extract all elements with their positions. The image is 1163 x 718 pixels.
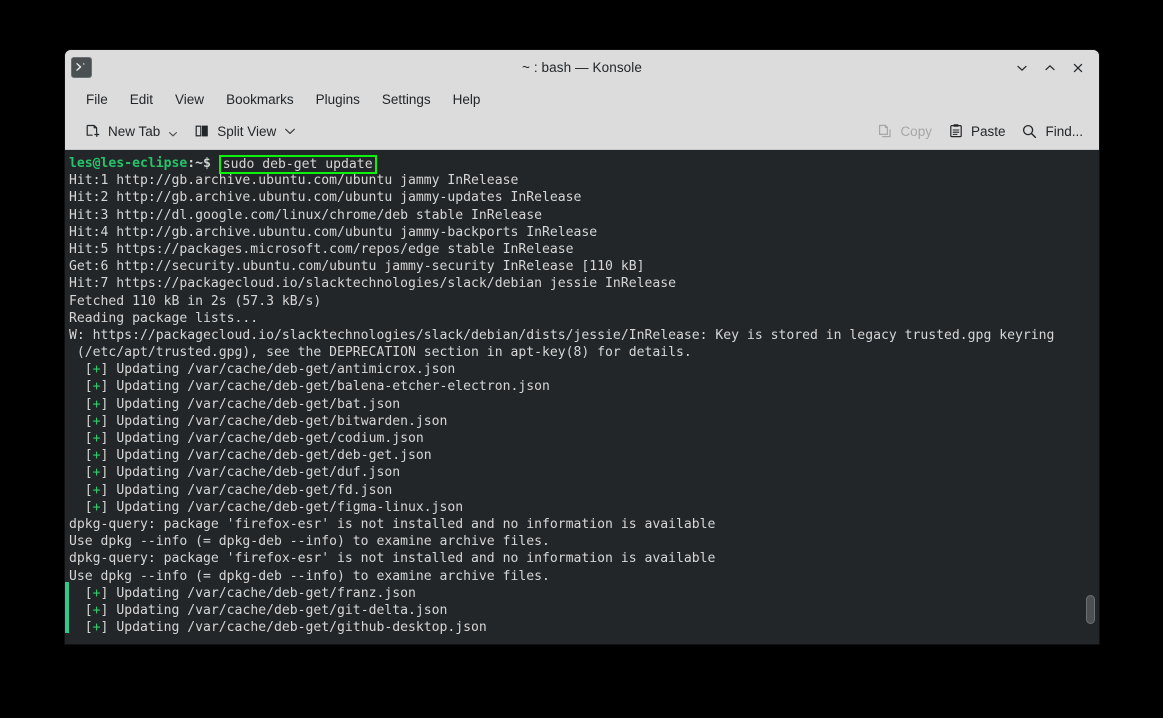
copy-button[interactable]: Copy <box>871 119 938 143</box>
toolbar: New Tab Split View Copy Paste Find... <box>65 113 1099 150</box>
prompt-path-sigil: :~$ <box>187 156 211 171</box>
menu-item-file[interactable]: File <box>75 88 119 111</box>
menubar: File Edit View Bookmarks Plugins Setting… <box>65 85 1099 113</box>
scrollbar-thumb[interactable] <box>1086 595 1095 624</box>
split-view-label: Split View <box>217 123 277 139</box>
copy-icon <box>877 123 893 139</box>
terminal-line: Hit:5 https://packages.microsoft.com/rep… <box>69 241 574 257</box>
search-icon <box>1021 123 1038 140</box>
plus-icon: + <box>92 362 101 378</box>
chevron-down-icon[interactable] <box>284 125 296 137</box>
plus-icon: + <box>92 499 101 515</box>
terminal-line: Get:6 http://security.ubuntu.com/ubuntu … <box>69 259 645 275</box>
chevron-down-icon[interactable] <box>168 123 178 139</box>
plus-icon: + <box>92 431 101 446</box>
terminal-line: Hit:2 http://gb.archive.ubuntu.com/ubunt… <box>69 190 582 206</box>
menu-item-bookmarks[interactable]: Bookmarks <box>215 88 305 111</box>
terminal-output-area[interactable]: les@les-eclipse:~$ sudo deb-get update H… <box>65 150 1099 644</box>
terminal-line-updating: [+] Updating /var/cache/deb-get/antimicr… <box>69 362 456 378</box>
maximize-icon[interactable] <box>1037 55 1063 81</box>
split-view-icon <box>194 123 210 139</box>
plus-icon: + <box>92 482 101 498</box>
terminal-selection-marker <box>65 582 69 633</box>
menu-item-plugins[interactable]: Plugins <box>305 88 371 111</box>
terminal-line-updating: [+] Updating /var/cache/deb-get/fd.json <box>69 482 393 498</box>
terminal-line-updating: [+] Updating /var/cache/deb-get/bat.json <box>69 396 401 412</box>
terminal-line: Fetched 110 kB in 2s (57.3 kB/s) <box>69 293 322 309</box>
paste-button[interactable]: Paste <box>942 119 1012 143</box>
konsole-window: ~ : bash — Konsole File Edit View Bookma… <box>65 50 1099 644</box>
terminal-line: Hit:1 http://gb.archive.ubuntu.com/ubunt… <box>69 173 519 189</box>
menu-item-settings[interactable]: Settings <box>371 88 442 111</box>
menu-item-view[interactable]: View <box>164 88 215 111</box>
plus-icon: + <box>92 465 101 481</box>
terminal-line-updating: [+] Updating /var/cache/deb-get/bitwarde… <box>69 413 448 429</box>
terminal-line-updating: [+] Updating /var/cache/deb-get/deb-get.… <box>69 448 432 464</box>
close-icon[interactable] <box>1065 55 1091 81</box>
new-tab-label: New Tab <box>108 123 161 139</box>
plus-icon: + <box>92 413 101 429</box>
paste-label: Paste <box>970 123 1006 139</box>
split-view-button[interactable]: Split View <box>188 119 302 143</box>
terminal-line: W: https://packagecloud.io/slacktechnolo… <box>69 327 1055 343</box>
plus-icon: + <box>92 448 101 464</box>
terminal-line-updating: [+] Updating /var/cache/deb-get/balena-e… <box>69 379 550 395</box>
find-label: Find... <box>1045 123 1083 139</box>
terminal-line: Reading package lists... <box>69 310 259 326</box>
terminal-prompt-line: les@les-eclipse:~$ sudo deb-get update <box>68 155 1099 174</box>
copy-label: Copy <box>900 123 932 139</box>
terminal-line: dpkg-query: package 'firefox-esr' is not… <box>69 516 716 532</box>
highlighted-command[interactable]: sudo deb-get update <box>218 155 377 174</box>
terminal-line: Hit:3 http://dl.google.com/linux/chrome/… <box>69 207 542 223</box>
terminal-line-updating: [+] Updating /var/cache/deb-get/github-d… <box>69 620 487 636</box>
terminal-line: Hit:4 http://gb.archive.ubuntu.com/ubunt… <box>69 224 598 240</box>
terminal-line-updating: [+] Updating /var/cache/deb-get/codium.j… <box>69 431 424 446</box>
terminal-line: Hit:7 https://packagecloud.io/slacktechn… <box>69 276 676 292</box>
plus-icon: + <box>92 396 101 412</box>
window-titlebar[interactable]: ~ : bash — Konsole <box>65 50 1099 85</box>
desktop-background: ~ : bash — Konsole File Edit View Bookma… <box>0 0 1163 718</box>
new-tab-icon <box>85 123 101 139</box>
window-title: ~ : bash — Konsole <box>522 60 642 75</box>
terminal-line-updating: [+] Updating /var/cache/deb-get/duf.json <box>69 465 401 481</box>
terminal-line-updating: [+] Updating /var/cache/deb-get/git-delt… <box>69 602 448 618</box>
terminal-line-updating: [+] Updating /var/cache/deb-get/figma-li… <box>69 499 464 515</box>
minimize-icon[interactable] <box>1009 55 1035 81</box>
find-button[interactable]: Find... <box>1015 119 1089 144</box>
terminal-line-updating: [+] Updating /var/cache/deb-get/franz.js… <box>69 585 416 601</box>
terminal-line: Use dpkg --info (= dpkg-deb --info) to e… <box>69 568 550 584</box>
new-tab-button[interactable]: New Tab <box>79 119 184 143</box>
terminal-scrollbar[interactable] <box>1081 150 1099 644</box>
menu-item-edit[interactable]: Edit <box>119 88 164 111</box>
terminal-line: dpkg-query: package 'firefox-esr' is not… <box>69 551 716 567</box>
plus-icon: + <box>92 620 101 636</box>
plus-icon: + <box>92 379 101 395</box>
terminal-line: (/etc/apt/trusted.gpg), see the DEPRECAT… <box>69 345 692 361</box>
terminal-line: Use dpkg --info (= dpkg-deb --info) to e… <box>69 534 550 550</box>
prompt-user-host: les@les-eclipse <box>69 156 188 171</box>
window-controls <box>1009 50 1091 85</box>
plus-icon: + <box>92 585 101 601</box>
paste-icon <box>948 123 964 139</box>
plus-icon: + <box>92 602 101 618</box>
menu-item-help[interactable]: Help <box>442 88 492 111</box>
